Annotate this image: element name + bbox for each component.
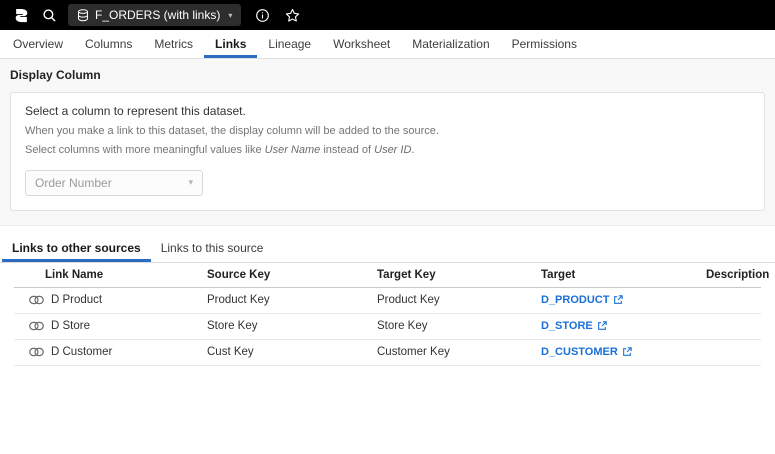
external-link-icon	[597, 321, 607, 331]
chain-link-icon	[29, 347, 44, 357]
source-key: Store Key	[207, 320, 377, 332]
display-column-dropdown[interactable]: Order Number ▾	[25, 170, 203, 196]
source-key: Cust Key	[207, 346, 377, 358]
tab-metrics[interactable]: Metrics	[143, 30, 204, 58]
display-column-description-2: Select columns with more meaningful valu…	[25, 143, 750, 159]
tab-worksheet[interactable]: Worksheet	[322, 30, 401, 58]
info-icon	[255, 8, 270, 23]
col-header-source-key: Source Key	[207, 269, 377, 281]
tab-lineage[interactable]: Lineage	[257, 30, 322, 58]
col-header-description: Description	[706, 269, 769, 281]
col-header-link-name: Link Name	[14, 269, 207, 281]
link-name: D Product	[51, 294, 102, 306]
tab-links[interactable]: Links	[204, 30, 257, 58]
dataset-name: F_ORDERS (with links)	[95, 8, 220, 22]
table-header-row: Link Name Source Key Target Key Target D…	[14, 263, 761, 288]
display-column-dropdown-value: Order Number	[35, 176, 112, 190]
target-key: Store Key	[377, 320, 541, 332]
target-key: Customer Key	[377, 346, 541, 358]
links-table: Link Name Source Key Target Key Target D…	[14, 263, 761, 366]
display-column-title: Select a column to represent this datase…	[25, 104, 750, 118]
tab-permissions[interactable]: Permissions	[501, 30, 588, 58]
tab-materialization[interactable]: Materialization	[401, 30, 500, 58]
database-icon	[77, 9, 89, 22]
external-link-icon	[622, 347, 632, 357]
search-icon	[42, 8, 57, 23]
display-column-section: Display Column Select a column to repres…	[0, 59, 775, 226]
tab-links-to-other-sources[interactable]: Links to other sources	[2, 235, 151, 262]
link-name: D Customer	[51, 346, 112, 358]
target-dataset-link[interactable]: D_CUSTOMER	[541, 346, 632, 358]
chain-link-icon	[29, 321, 44, 331]
external-link-icon	[613, 295, 623, 305]
main-nav-tabs: Overview Columns Metrics Links Lineage W…	[0, 30, 775, 59]
topbar: F_ORDERS (with links) ▾	[0, 0, 775, 30]
table-row[interactable]: D Store Store Key Store Key D_STORE	[14, 314, 761, 340]
table-row[interactable]: D Customer Cust Key Customer Key D_CUSTO…	[14, 340, 761, 366]
target-dataset-link[interactable]: D_STORE	[541, 320, 607, 332]
col-header-target-key: Target Key	[377, 269, 541, 281]
favorite-button[interactable]	[279, 3, 305, 27]
display-column-description-1: When you make a link to this dataset, th…	[25, 124, 750, 140]
display-column-card: Select a column to represent this datase…	[10, 92, 765, 211]
tab-links-to-this-source[interactable]: Links to this source	[151, 235, 274, 262]
link-name: D Store	[51, 320, 90, 332]
chevron-down-icon: ▾	[228, 11, 232, 20]
tab-overview[interactable]: Overview	[2, 30, 74, 58]
table-row[interactable]: D Product Product Key Product Key D_PROD…	[14, 288, 761, 314]
source-key: Product Key	[207, 294, 377, 306]
col-header-target: Target	[541, 269, 706, 281]
dataset-selector[interactable]: F_ORDERS (with links) ▾	[68, 4, 241, 26]
target-key: Product Key	[377, 294, 541, 306]
sigma-logo-icon	[14, 8, 29, 23]
search-button[interactable]	[36, 3, 62, 27]
info-button[interactable]	[249, 3, 275, 27]
chain-link-icon	[29, 295, 44, 305]
target-dataset-link[interactable]: D_PRODUCT	[541, 294, 623, 306]
display-column-heading: Display Column	[10, 68, 765, 82]
links-sub-tabs: Links to other sources Links to this sou…	[0, 235, 775, 263]
tab-columns[interactable]: Columns	[74, 30, 143, 58]
chevron-down-icon: ▾	[188, 177, 193, 188]
app-logo-button[interactable]	[8, 3, 34, 27]
star-icon	[285, 8, 300, 23]
